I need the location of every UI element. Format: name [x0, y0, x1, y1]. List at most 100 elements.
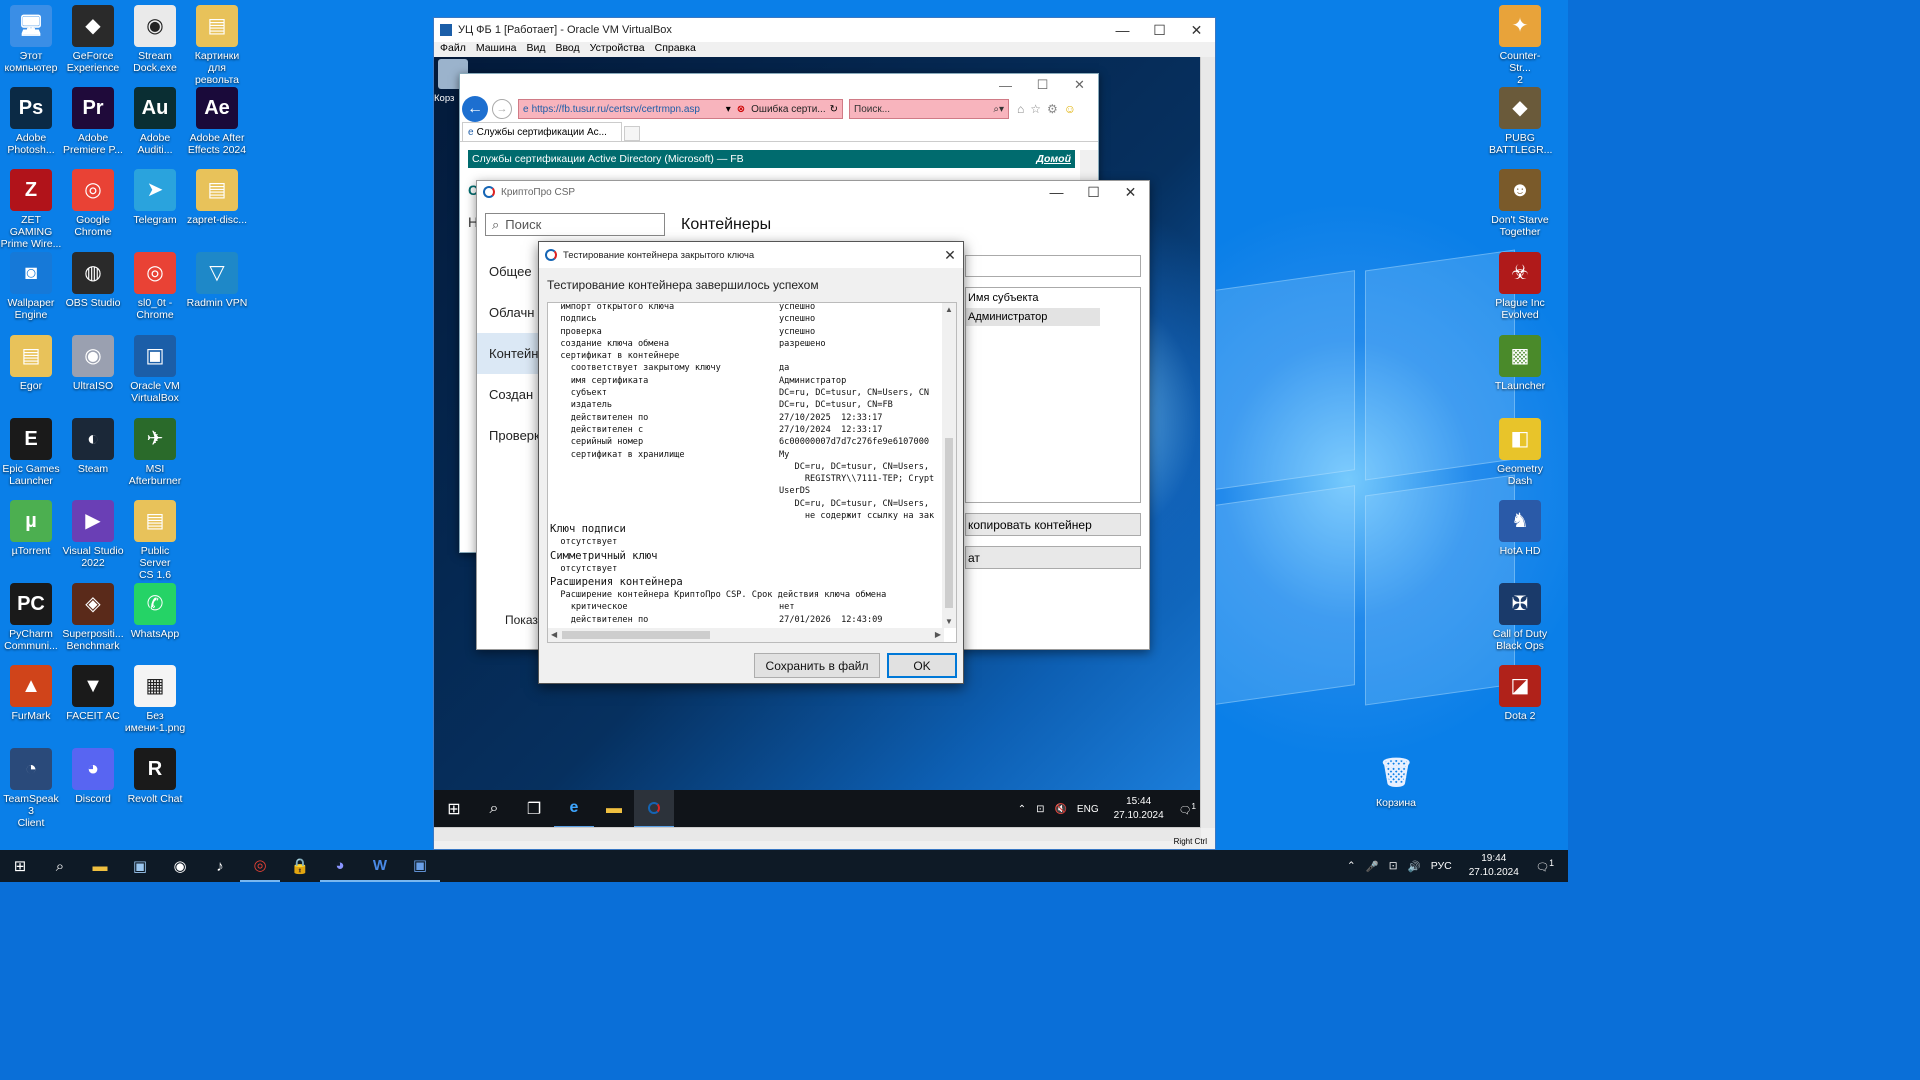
menu-help[interactable]: Справка — [655, 42, 696, 57]
cp-minimize-button[interactable]: — — [1038, 184, 1075, 200]
desktop-icon[interactable]: ▼ FACEIT AC — [62, 665, 124, 722]
forward-button[interactable]: → — [492, 99, 512, 119]
ie-maximize-button[interactable]: ☐ — [1024, 77, 1061, 93]
list-item[interactable]: Администратор — [966, 308, 1100, 326]
desktop-icon[interactable]: ◔ TeamSpeak 3 Client — [0, 748, 62, 829]
guest-ie-taskbar-icon[interactable]: e — [554, 790, 594, 828]
close-button[interactable]: ✕ — [1178, 22, 1215, 39]
guest-cryptopro-taskbar-icon[interactable] — [634, 790, 674, 828]
guest-start-button[interactable]: ⊞ — [434, 790, 474, 828]
desktop-icon[interactable]: ◕ Discord — [62, 748, 124, 805]
vm-titlebar[interactable]: УЦ ФБ 1 [Работает] - Oracle VM VirtualBo… — [434, 18, 1215, 42]
container-filter-input[interactable] — [965, 255, 1141, 277]
scroll-down-icon[interactable]: ▼ — [945, 617, 953, 626]
desktop-icon[interactable]: ☻ Don't Starve Together — [1489, 169, 1551, 238]
guest-notification-icon[interactable]: 🗨1 — [1179, 801, 1196, 816]
desktop-icon[interactable]: ☣ Plague Inc Evolved — [1489, 252, 1551, 321]
home-link[interactable]: Домой — [1036, 153, 1071, 165]
desktop-icon[interactable]: ◆ PUBG BATTLEGR... — [1489, 87, 1552, 156]
desktop-icon[interactable]: ➤ Telegram — [124, 169, 186, 226]
favorites-icon[interactable]: ☆ — [1030, 102, 1041, 116]
tray-chevron-icon[interactable]: ⌃ — [1018, 804, 1026, 815]
desktop-icon[interactable]: ◧ Geometry Dash — [1489, 418, 1551, 487]
tray-chevron-icon[interactable]: ⌃ — [1347, 860, 1356, 872]
settings-icon[interactable]: ⚙ — [1047, 102, 1058, 116]
desktop-icon[interactable]: ✆ WhatsApp — [124, 583, 186, 640]
minimize-button[interactable]: — — [1104, 22, 1141, 38]
copy-container-button[interactable]: копировать контейнер — [965, 513, 1141, 536]
desktop-icon[interactable]: ✈ MSI Afterburner — [124, 418, 186, 487]
feedback-icon[interactable]: ☺ — [1064, 102, 1076, 116]
virtualbox-window[interactable]: УЦ ФБ 1 [Работает] - Oracle VM VirtualBo… — [433, 17, 1216, 850]
test-dialog-titlebar[interactable]: Тестирование контейнера закрытого ключа … — [539, 242, 963, 268]
taskbar-app-icon[interactable]: ▣ — [120, 850, 160, 882]
menu-file[interactable]: Файл — [440, 42, 466, 57]
scroll-up-icon[interactable]: ▲ — [945, 305, 953, 314]
desktop-icon[interactable]: ▶ Visual Studio 2022 — [62, 500, 124, 569]
guest-clock[interactable]: 15:44 27.10.2024 — [1114, 795, 1164, 823]
log-vertical-scroll-thumb[interactable] — [945, 438, 953, 608]
back-button[interactable]: ← — [462, 96, 488, 122]
desktop-icon[interactable]: Au Adobe Auditi... — [124, 87, 186, 156]
menu-view[interactable]: Вид — [526, 42, 545, 57]
cert-error-label[interactable]: Ошибка серти... — [751, 104, 825, 115]
menu-devices[interactable]: Устройства — [590, 42, 645, 57]
container-list[interactable]: Имя субъекта Администратор — [965, 287, 1141, 503]
guest-explorer-taskbar-icon[interactable]: ▬ — [594, 790, 634, 828]
log-vertical-scrollbar[interactable]: ▲ ▼ — [942, 303, 956, 628]
refresh-icon[interactable]: ↻ — [830, 104, 838, 115]
desktop-icon[interactable]: ▽ Radmin VPN — [186, 252, 248, 309]
desktop-icon[interactable]: ✦ Counter-Str... 2 — [1489, 5, 1551, 86]
vm-horizontal-scrollbar[interactable] — [434, 827, 1201, 841]
file-explorer-taskbar-icon[interactable]: ▬ — [80, 850, 120, 882]
cp-close-button[interactable]: ✕ — [1112, 184, 1149, 201]
desktop-icon[interactable]: ▦ Без имени-1.png — [124, 665, 186, 734]
desktop-icon[interactable]: ◉ Stream Dock.exe — [124, 5, 186, 74]
desktop-icon[interactable]: ◎ sl0_0t - Chrome — [124, 252, 186, 321]
search-box[interactable]: Поиск... ⌕▾ — [849, 99, 1009, 119]
desktop-icon[interactable]: ▲ FurMark — [0, 665, 62, 722]
cryptopro-titlebar[interactable]: КриптоПро CSP — ☐ ✕ — [477, 181, 1149, 203]
tray-microphone-icon[interactable]: 🎤 — [1366, 860, 1379, 873]
address-bar[interactable]: e https://fb.tusur.ru/certsrv/certrmpn.a… — [518, 99, 843, 119]
ok-button[interactable]: OK — [887, 653, 957, 678]
chrome-taskbar-icon[interactable]: ◎ — [240, 850, 280, 882]
desktop-icon[interactable]: ▤ Картинки для револьта — [186, 5, 248, 86]
guest-screen[interactable]: Корз — ☐ ✕ ← → e https://fb.tusur.ru/cer… — [434, 57, 1201, 828]
maximize-button[interactable]: ☐ — [1141, 22, 1178, 39]
start-button[interactable]: ⊞ — [0, 850, 40, 882]
ie-minimize-button[interactable]: — — [987, 78, 1024, 93]
desktop-icon[interactable]: ▤ Public Server CS 1.6 — [124, 500, 186, 581]
desktop-icon[interactable]: ◙ Wallpaper Engine — [0, 252, 62, 321]
desktop-icon[interactable]: Ps Adobe Photosh... — [0, 87, 62, 156]
tray-volume-icon[interactable]: 🔊 — [1408, 860, 1421, 873]
menu-machine[interactable]: Машина — [476, 42, 517, 57]
log-horizontal-scroll-thumb[interactable] — [562, 631, 710, 639]
desktop-icon[interactable]: Pr Adobe Premiere P... — [62, 87, 124, 156]
desktop-icon[interactable]: ◉ UltraISO — [62, 335, 124, 392]
test-dialog-close-button[interactable]: ✕ — [937, 247, 963, 264]
log-horizontal-scrollbar[interactable]: ◀ ▶ — [548, 628, 944, 642]
taskbar-app-icon-2[interactable]: ◉ — [160, 850, 200, 882]
tray-network-icon[interactable]: ⊡ — [1389, 860, 1398, 872]
desktop-icon[interactable]: ▤ Egor — [0, 335, 62, 392]
lock-app-taskbar-icon[interactable]: 🔒 — [280, 850, 320, 882]
desktop-icon[interactable]: 🖥 Этот компьютер — [0, 5, 62, 74]
desktop-icon[interactable]: R Revolt Chat — [124, 748, 186, 805]
desktop-icon[interactable]: ✠ Call of Duty Black Ops — [1489, 583, 1551, 652]
home-icon[interactable]: ⌂ — [1017, 102, 1024, 116]
search-icon[interactable]: ⌕ — [40, 850, 80, 882]
scroll-left-icon[interactable]: ◀ — [551, 630, 557, 639]
desktop-icon[interactable]: Ae Adobe After Effects 2024 — [186, 87, 248, 156]
desktop-icon[interactable]: µ µTorrent — [0, 500, 62, 557]
desktop-icon-recycle-bin[interactable]: 🗑 Корзина — [1365, 752, 1427, 810]
virtualbox-taskbar-icon[interactable]: ▣ — [400, 850, 440, 882]
new-tab-button[interactable] — [624, 126, 640, 141]
guest-language[interactable]: ENG — [1077, 804, 1099, 815]
ie-close-button[interactable]: ✕ — [1061, 77, 1098, 93]
desktop-icon[interactable]: ◆ GeForce Experience — [62, 5, 124, 74]
notification-center-icon[interactable]: 🗨1 — [1536, 858, 1554, 874]
desktop-icon[interactable]: ▤ zapret-disc... — [186, 169, 248, 226]
tray-volume-muted-icon[interactable]: 🔇 — [1054, 804, 1066, 815]
desktop-icon[interactable]: ▣ Oracle VM VirtualBox — [124, 335, 186, 404]
